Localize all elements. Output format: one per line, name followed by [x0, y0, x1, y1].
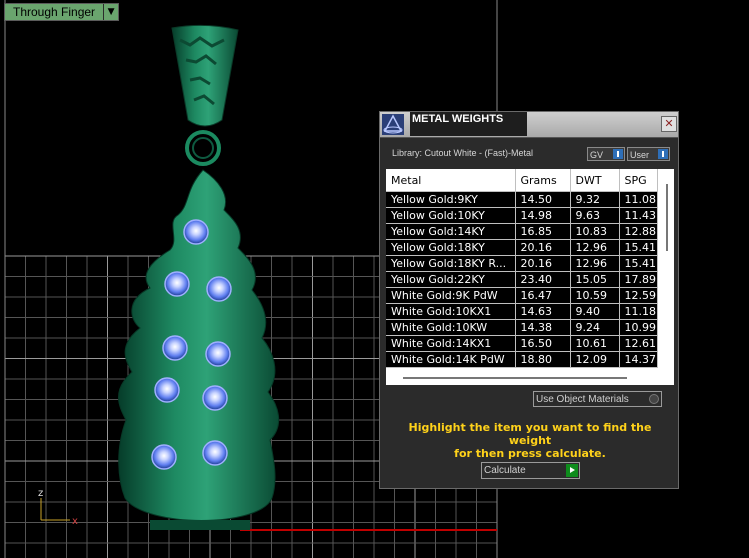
- table-cell: 9.63: [570, 207, 620, 224]
- table-cell: 15.05: [570, 271, 620, 288]
- axis-gizmo: [40, 498, 70, 521]
- table-cell: 10.99: [619, 319, 658, 336]
- table-row[interactable]: Yellow Gold:22KY 23.40 15.05 17.89: [386, 271, 658, 288]
- table-cell: Yellow Gold:18KY R...: [386, 255, 516, 272]
- metal-weights-panel: METAL WEIGHTS ✕ Library: Cutout White - …: [379, 111, 679, 489]
- horizontal-scrollbar[interactable]: [386, 369, 674, 385]
- table-cell: 15.41: [619, 239, 658, 256]
- gem-stone: [162, 335, 188, 361]
- viewport-label[interactable]: Through Finger ▼: [4, 3, 120, 21]
- table-cell: 14.63: [515, 303, 571, 320]
- table-cell: White Gold:14KX1: [386, 335, 516, 352]
- metals-table[interactable]: Metal Grams DWT SPG Yellow Gold:9KY 14.50 9.3…: [386, 169, 674, 385]
- play-icon: [566, 464, 578, 477]
- gem-stone: [164, 271, 190, 297]
- radio-icon[interactable]: [649, 394, 659, 404]
- table-cell: 9.32: [570, 191, 620, 208]
- table-cell: 20.16: [515, 239, 571, 256]
- gem-stone: [151, 444, 177, 470]
- table-cell: White Gold:14K PdW: [386, 351, 516, 368]
- pendant-model[interactable]: [118, 24, 280, 530]
- panel-titlebar[interactable]: METAL WEIGHTS ✕: [380, 112, 678, 138]
- table-cell: 16.85: [515, 223, 571, 240]
- gem-stone: [183, 219, 209, 245]
- axis-z-label: z: [38, 488, 43, 499]
- table-cell: White Gold:10KX1: [386, 303, 516, 320]
- table-cell: 12.96: [570, 239, 620, 256]
- table-cell: 9.24: [570, 319, 620, 336]
- chevron-down-icon[interactable]: ▼: [103, 4, 119, 20]
- instruction-line-1: Highlight the item you want to find the …: [408, 421, 652, 447]
- use-object-materials-toggle[interactable]: Use Object Materials: [533, 391, 662, 407]
- table-cell: Yellow Gold:22KY: [386, 271, 516, 288]
- table-cell: 18.80: [515, 351, 571, 368]
- table-cell: Yellow Gold:9KY: [386, 191, 516, 208]
- viewport-label-text[interactable]: Through Finger: [5, 4, 104, 20]
- table-cell: 16.47: [515, 287, 571, 304]
- table-row[interactable]: Yellow Gold:14KY 16.85 10.83 12.88: [386, 223, 658, 240]
- table-cell: White Gold:10KW: [386, 319, 516, 336]
- close-button[interactable]: ✕: [661, 116, 677, 132]
- table-cell: 12.61: [619, 335, 658, 352]
- panel-title: METAL WEIGHTS: [410, 112, 527, 136]
- column-header[interactable]: DWT: [570, 169, 620, 192]
- table-cell: 12.96: [570, 255, 620, 272]
- gem-stone: [154, 377, 180, 403]
- app-logo-icon: [382, 114, 404, 135]
- table-cell: 11.18: [619, 303, 658, 320]
- use-object-materials-label: Use Object Materials: [536, 394, 629, 405]
- table-row[interactable]: White Gold:10KW 14.38 9.24 10.99: [386, 319, 658, 336]
- gv-button[interactable]: GV: [587, 147, 625, 161]
- vertical-scrollbar[interactable]: [661, 169, 674, 369]
- gem-stone: [206, 276, 232, 302]
- table-cell: 12.09: [570, 351, 620, 368]
- table-cell: 10.61: [570, 335, 620, 352]
- table-cell: 15.41: [619, 255, 658, 272]
- table-cell: 9.40: [570, 303, 620, 320]
- table-row[interactable]: Yellow Gold:9KY 14.50 9.32 11.08: [386, 191, 658, 208]
- axis-x-label: x: [72, 516, 78, 527]
- table-cell: 10.59: [570, 287, 620, 304]
- table-cell: 14.50: [515, 191, 571, 208]
- column-header[interactable]: Grams: [515, 169, 571, 192]
- user-label: User: [630, 150, 650, 160]
- table-cell: 14.37: [619, 351, 658, 368]
- table-row[interactable]: White Gold:14KX1 16.50 10.61 12.61: [386, 335, 658, 352]
- table-cell: 11.43: [619, 207, 658, 224]
- column-header[interactable]: Metal: [386, 169, 516, 192]
- table-cell: 14.38: [515, 319, 571, 336]
- table-cell: 11.08: [619, 191, 658, 208]
- gem-stone: [202, 440, 228, 466]
- user-button[interactable]: User: [627, 147, 670, 161]
- library-text: Library: Cutout White - (Fast)-Metal: [392, 148, 534, 158]
- table-cell: Yellow Gold:14KY: [386, 223, 516, 240]
- column-header[interactable]: SPG: [619, 169, 658, 192]
- instruction-line-2: for then press calculate.: [454, 447, 606, 460]
- calculate-button[interactable]: Calculate: [481, 462, 580, 479]
- table-cell: Yellow Gold:10KY: [386, 207, 516, 224]
- table-row[interactable]: Yellow Gold:18KY R... 20.16 12.96 15.41: [386, 255, 658, 272]
- table-cell: 12.88: [619, 223, 658, 240]
- table-cell: 20.16: [515, 255, 571, 272]
- calculate-label: Calculate: [484, 465, 526, 476]
- table-cell: 14.98: [515, 207, 571, 224]
- instruction-text: Highlight the item you want to find the …: [390, 421, 670, 460]
- table-row[interactable]: Yellow Gold:18KY 20.16 12.96 15.41: [386, 239, 658, 256]
- table-cell: White Gold:9K PdW: [386, 287, 516, 304]
- table-row[interactable]: White Gold:9K PdW 16.47 10.59 12.59: [386, 287, 658, 304]
- gv-label: GV: [590, 150, 604, 160]
- table-cell: 17.89: [619, 271, 658, 288]
- table-row[interactable]: White Gold:14K PdW 18.80 12.09 14.37: [386, 351, 658, 368]
- gem-stone: [202, 385, 228, 411]
- table-cell: Yellow Gold:18KY: [386, 239, 516, 256]
- table-row[interactable]: White Gold:10KX1 14.63 9.40 11.18: [386, 303, 658, 320]
- gem-stone: [205, 341, 231, 367]
- table-row[interactable]: Yellow Gold:10KY 14.98 9.63 11.43: [386, 207, 658, 224]
- table-cell: 16.50: [515, 335, 571, 352]
- table-cell: 10.83: [570, 223, 620, 240]
- info-icon: [658, 149, 668, 159]
- info-icon: [613, 149, 623, 159]
- table-cell: 12.59: [619, 287, 658, 304]
- table-cell: 23.40: [515, 271, 571, 288]
